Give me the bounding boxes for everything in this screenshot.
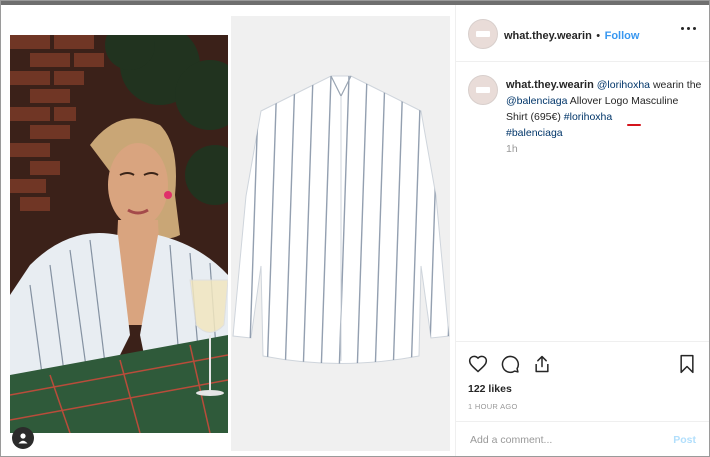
heart-icon[interactable] <box>468 354 488 374</box>
post-side-panel: what.they.wearin • Follow what.they.wear… <box>455 5 709 456</box>
comment-bar: Post <box>456 421 709 456</box>
post-timestamp: 1 HOUR AGO <box>468 402 518 411</box>
post-actions: 122 likes 1 HOUR AGO Post <box>456 341 709 456</box>
header-user-line: what.they.wearin • Follow <box>504 26 639 44</box>
comment-icon[interactable] <box>500 354 520 374</box>
post-media[interactable] <box>3 5 454 456</box>
caption-age: 1h <box>506 143 518 155</box>
tagged-user-icon[interactable] <box>12 427 34 449</box>
photo-balenciaga-shirt <box>231 16 450 451</box>
caption-author[interactable]: what.they.wearin <box>506 79 594 91</box>
instagram-post-window: what.they.wearin • Follow what.they.wear… <box>0 0 710 457</box>
caption-avatar[interactable] <box>468 75 498 105</box>
mention-balenciaga[interactable]: @balenciaga <box>506 95 567 107</box>
author-avatar[interactable] <box>468 19 498 49</box>
header-username[interactable]: what.they.wearin <box>504 30 592 42</box>
bookmark-button[interactable] <box>678 354 696 379</box>
comment-input[interactable] <box>468 433 652 447</box>
follow-button[interactable]: Follow <box>605 30 640 42</box>
post-caption: what.they.wearin @lorihoxha wearin the @… <box>506 77 702 141</box>
woman-photo-illustration <box>10 35 228 433</box>
caption-text-2: Allover Logo <box>567 95 632 107</box>
bookmark-icon[interactable] <box>678 354 696 374</box>
more-options-icon[interactable] <box>681 27 696 30</box>
mention-lorihoxha[interactable]: @lorihoxha <box>597 79 650 91</box>
hashtag-lorihoxha[interactable]: #lorihoxha <box>564 111 612 123</box>
post-comment-button[interactable]: Post <box>673 434 696 446</box>
likes-count[interactable]: 122 likes <box>468 383 512 395</box>
action-icons <box>468 354 552 374</box>
post-header: what.they.wearin • Follow <box>456 5 709 62</box>
person-glyph <box>18 433 28 444</box>
share-icon[interactable] <box>532 354 552 374</box>
shirt-product-illustration <box>231 16 450 451</box>
caption-text-1: wearin the <box>650 79 702 91</box>
header-separator: • <box>596 30 601 42</box>
hashtag-balenciaga[interactable]: #balenciaga <box>506 127 563 139</box>
photo-woman-in-striped-shirt <box>10 35 228 433</box>
